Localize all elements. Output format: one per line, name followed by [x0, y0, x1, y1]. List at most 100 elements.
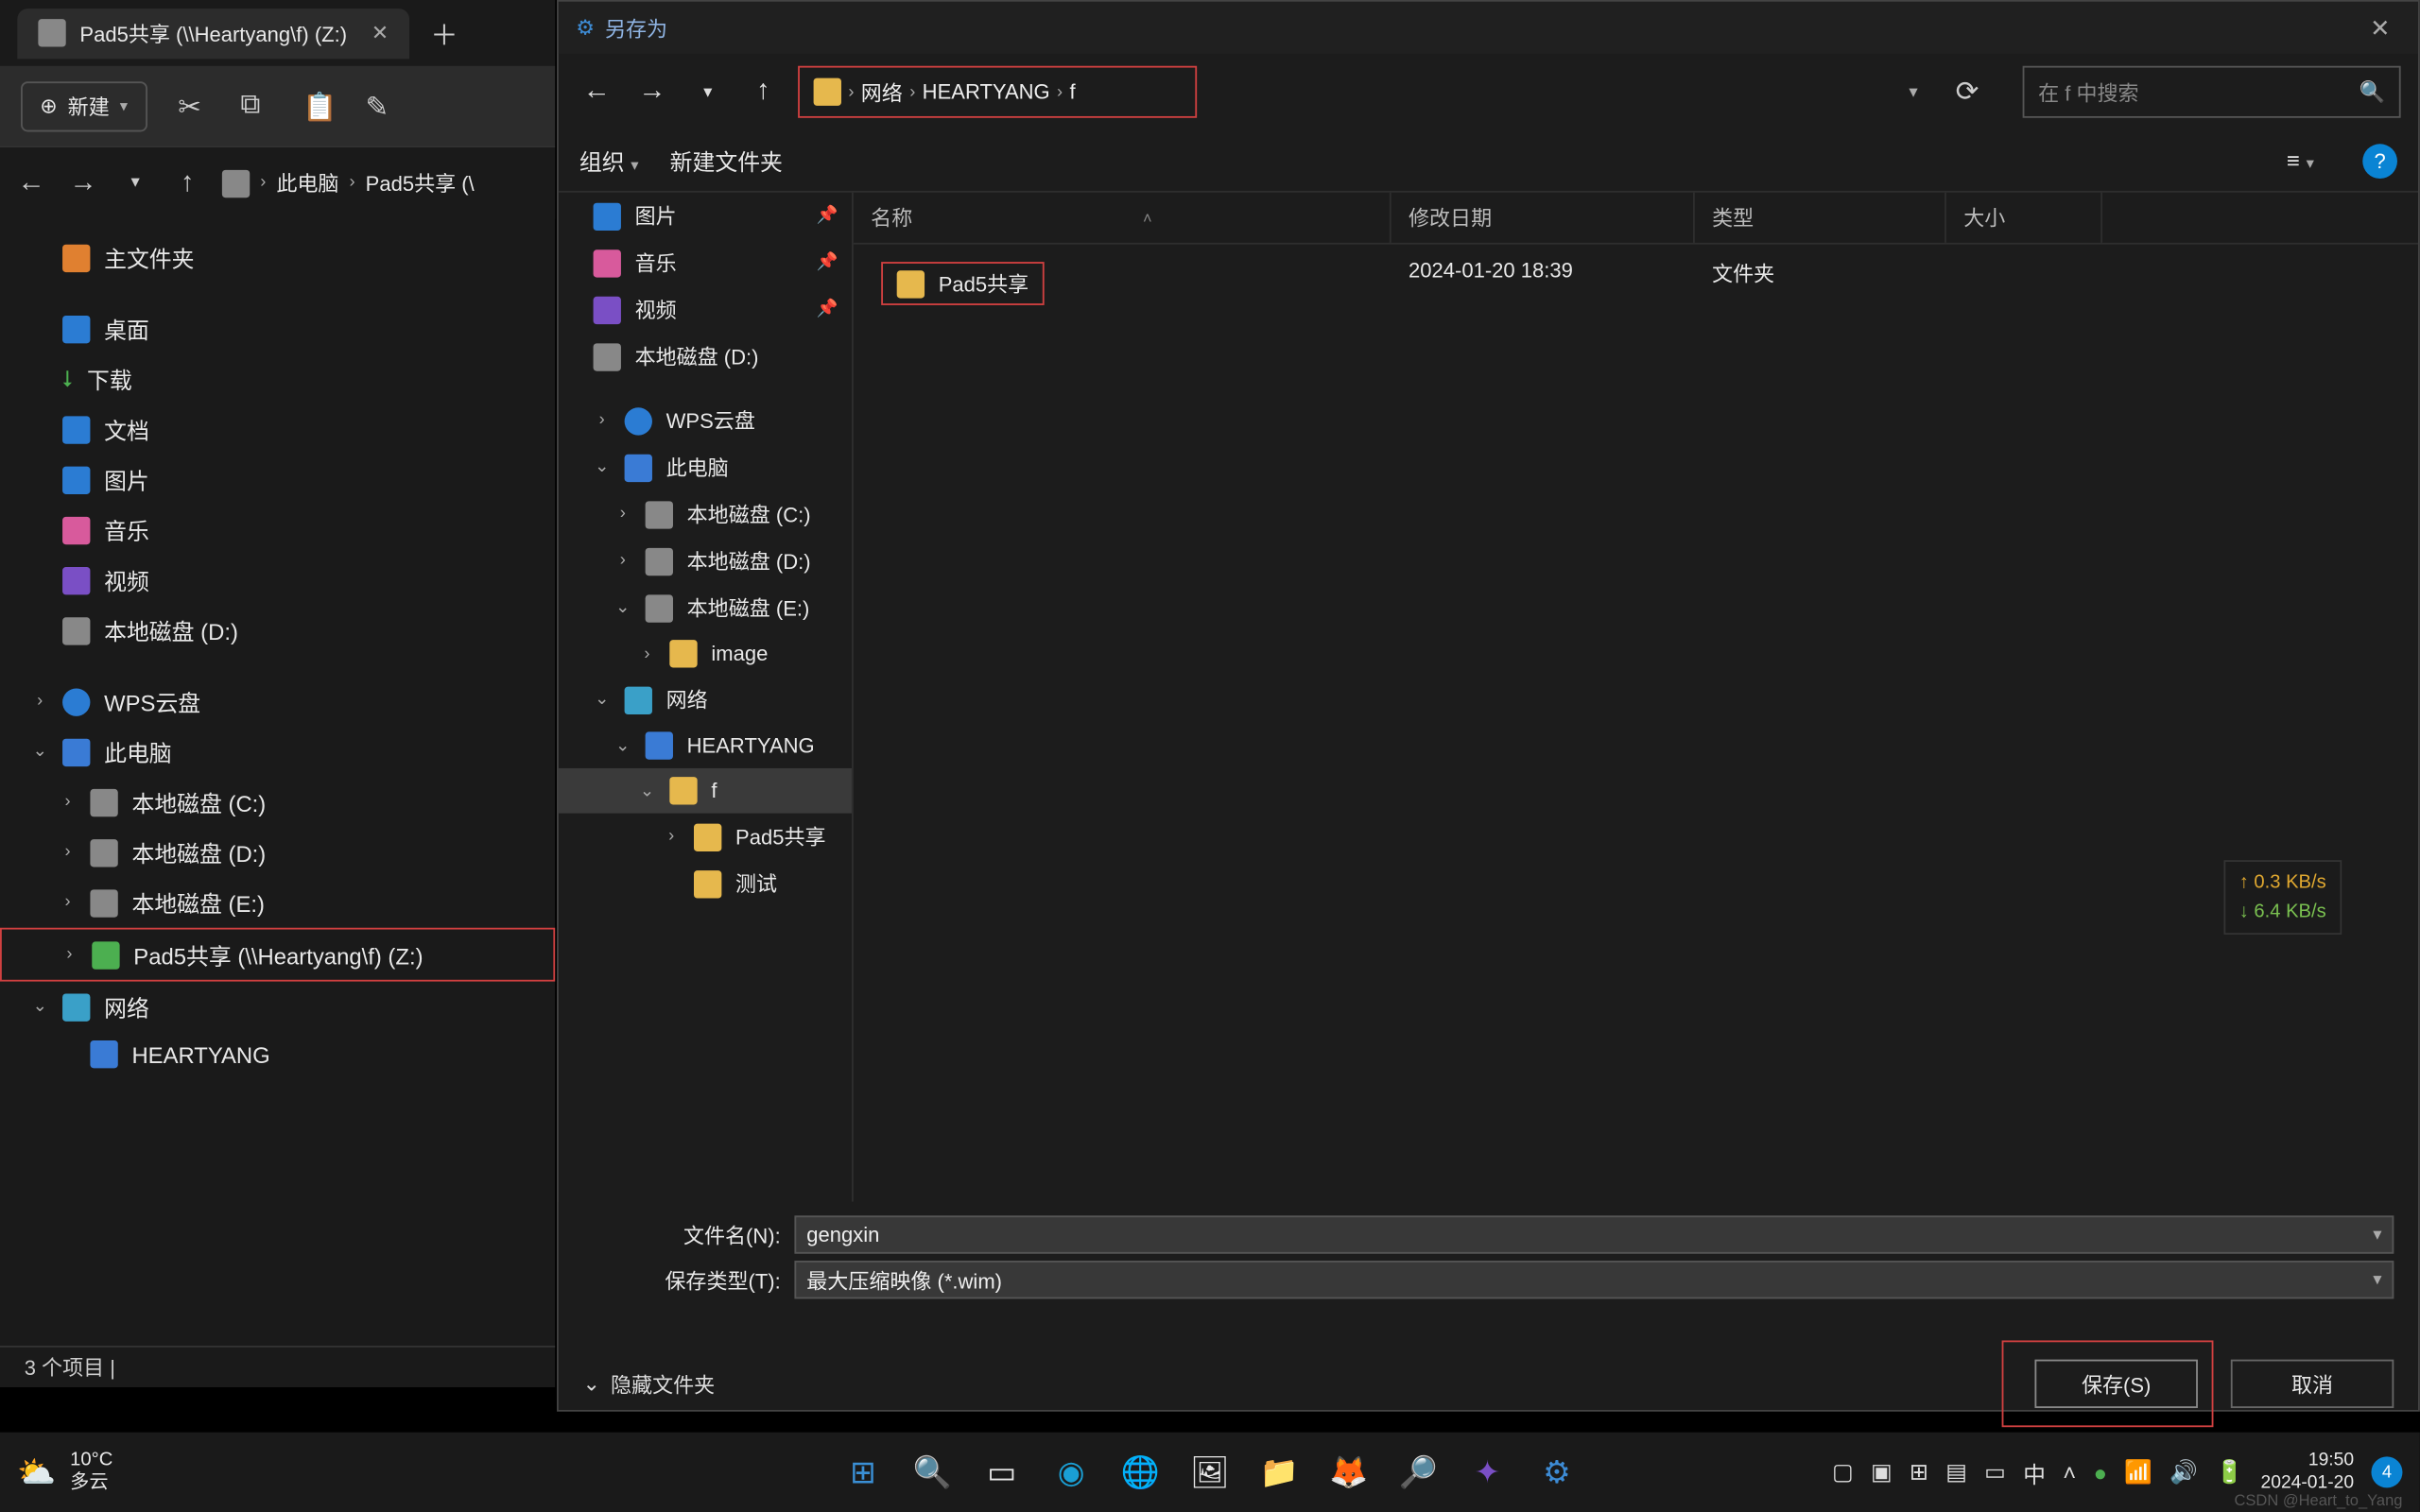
computer-icon — [90, 1040, 117, 1068]
col-type[interactable]: 类型 — [1695, 193, 1946, 243]
tree-disk-d2[interactable]: ›本地磁盘 (D:) — [559, 538, 852, 585]
tree-pad5[interactable]: ›Pad5共享 — [559, 814, 852, 861]
gear-icon: ⚙ — [576, 16, 595, 41]
browser-icon[interactable]: 🌐 — [1113, 1445, 1168, 1501]
task-view-icon[interactable]: ▭ — [974, 1445, 1029, 1501]
tree-pictures[interactable]: 图片📌 — [559, 193, 852, 240]
close-tab-icon[interactable]: ✕ — [372, 21, 389, 45]
up-icon[interactable]: ↑ — [170, 167, 205, 198]
breadcrumb[interactable]: › 此电脑 › Pad5共享 (\ — [222, 168, 475, 198]
paste-icon[interactable]: 📋 — [302, 90, 334, 121]
search-input[interactable]: 在 f 中搜索 🔍 — [2023, 66, 2401, 118]
tree-pad5-drive[interactable]: ›Pad5共享 (\\Heartyang\f) (Z:) — [0, 928, 555, 982]
col-date[interactable]: 修改日期 — [1392, 193, 1695, 243]
tree-f-folder[interactable]: ⌄f — [559, 768, 852, 814]
tree-heartyang[interactable]: HEARTYANG — [0, 1032, 555, 1077]
tray-app-icon[interactable]: ▣ — [1871, 1458, 1893, 1486]
tray-app-icon[interactable]: ▤ — [1945, 1458, 1967, 1486]
app-icon[interactable]: 🦊 — [1321, 1445, 1376, 1501]
back-icon[interactable]: ← — [576, 77, 617, 108]
tree-network[interactable]: ⌄网络 — [559, 677, 852, 724]
tree-music[interactable]: 音乐📌 — [559, 239, 852, 286]
wifi-icon[interactable]: 📶 — [2124, 1458, 2152, 1486]
tree-disk-c[interactable]: ›本地磁盘 (C:) — [0, 777, 555, 827]
help-icon[interactable]: ? — [2362, 143, 2397, 178]
tree-desktop[interactable]: 桌面 — [0, 303, 555, 353]
path-box[interactable]: › 网络 › HEARTYANG › f — [798, 66, 1197, 118]
start-icon[interactable]: ⊞ — [836, 1445, 891, 1501]
tray-app-icon[interactable]: ▭ — [1984, 1458, 2006, 1486]
notification-badge[interactable]: 4 — [2371, 1456, 2402, 1487]
tree-downloads[interactable]: ⭣下载 — [0, 353, 555, 404]
tray-chevron-icon[interactable]: ˄ — [2063, 1459, 2076, 1486]
tray-app-icon[interactable]: ● — [2094, 1459, 2107, 1486]
new-tab-button[interactable]: ＋ — [430, 12, 458, 54]
tree-disk-e[interactable]: ›本地磁盘 (E:) — [0, 878, 555, 928]
cancel-button[interactable]: 取消 — [2231, 1360, 2394, 1408]
tree-videos[interactable]: 视频📌 — [559, 286, 852, 334]
forward-icon[interactable]: → — [631, 77, 673, 108]
tab-bar: Pad5共享 (\\Heartyang\f) (Z:) ✕ ＋ — [0, 0, 555, 66]
rename-icon[interactable]: ✎ — [365, 90, 396, 121]
app-icon-2[interactable]: ✦ — [1460, 1445, 1515, 1501]
tree-this-pc[interactable]: ⌄此电脑 — [0, 727, 555, 777]
tree-image[interactable]: ›image — [559, 631, 852, 677]
organize-button[interactable]: 组织 ▾ — [579, 144, 639, 177]
tree-pictures[interactable]: 图片 — [0, 455, 555, 505]
tab-active[interactable]: Pad5共享 (\\Heartyang\f) (Z:) ✕ — [17, 8, 409, 58]
path-dropdown-icon[interactable]: ▾ — [1897, 82, 1928, 101]
cut-icon[interactable]: ✂ — [178, 90, 209, 121]
tree-documents[interactable]: 文档 — [0, 404, 555, 455]
volume-icon[interactable]: 🔊 — [2169, 1458, 2198, 1486]
tree-videos[interactable]: 视频 — [0, 555, 555, 605]
refresh-icon[interactable]: ⟳ — [1943, 75, 1991, 110]
col-size[interactable]: 大小 — [1946, 193, 2102, 243]
explorer-icon[interactable]: 📁 — [1252, 1445, 1307, 1501]
back-icon[interactable]: ← — [14, 167, 49, 198]
chevron-down-icon[interactable]: ▾ — [2373, 1270, 2381, 1289]
edge-icon[interactable]: ◉ — [1044, 1445, 1099, 1501]
copy-icon[interactable]: ⧉ — [240, 90, 271, 121]
hide-folders-toggle[interactable]: ⌄隐藏文件夹 — [583, 1369, 716, 1399]
list-row[interactable]: Pad5共享 2024-01-20 18:39 文件夹 — [854, 245, 2418, 323]
filetype-select[interactable]: 最大压缩映像 (*.wim)▾ — [794, 1261, 2394, 1298]
tree-network[interactable]: ⌄网络 — [0, 982, 555, 1032]
tree-disk-d[interactable]: 本地磁盘 (D:) — [0, 605, 555, 655]
tree-wps[interactable]: ›WPS云盘 — [0, 677, 555, 727]
col-name[interactable]: 名称˄ — [854, 193, 1392, 243]
battery-icon[interactable]: 🔋 — [2215, 1458, 2243, 1486]
forward-icon[interactable]: → — [66, 167, 101, 198]
new-button[interactable]: ⊕ 新建 ▾ — [21, 80, 147, 130]
tree-disk-d[interactable]: 本地磁盘 (D:) — [559, 333, 852, 380]
tree-music[interactable]: 音乐 — [0, 505, 555, 555]
ime-indicator[interactable]: 中 — [2023, 1455, 2046, 1488]
tray-app-icon[interactable]: ▢ — [1832, 1458, 1854, 1486]
tree-disk-e[interactable]: ⌄本地磁盘 (E:) — [559, 584, 852, 631]
document-icon — [62, 415, 90, 442]
tray-app-icon[interactable]: ⊞ — [1910, 1458, 1928, 1486]
close-icon[interactable]: ✕ — [2360, 13, 2401, 43]
save-button[interactable]: 保存(S) — [2034, 1360, 2197, 1408]
tree-this-pc[interactable]: ⌄此电脑 — [559, 444, 852, 491]
everything-icon[interactable]: 🔎 — [1391, 1445, 1446, 1501]
disk-icon — [646, 547, 673, 575]
search-icon[interactable]: 🔍 — [905, 1445, 960, 1501]
view-mode-button[interactable]: ≡ ▾ — [2287, 147, 2314, 174]
tree-disk-d2[interactable]: ›本地磁盘 (D:) — [0, 827, 555, 877]
filename-input[interactable]: gengxin▾ — [794, 1215, 2394, 1253]
up-icon[interactable]: ↑ — [742, 77, 784, 108]
tree-home[interactable]: 主文件夹 — [0, 232, 555, 283]
settings-icon[interactable]: ⚙ — [1530, 1445, 1585, 1501]
tree-heartyang[interactable]: ⌄HEARTYANG — [559, 723, 852, 768]
tree-disk-c[interactable]: ›本地磁盘 (C:) — [559, 490, 852, 538]
photos-icon[interactable]: 🖼 — [1183, 1445, 1238, 1501]
new-folder-button[interactable]: 新建文件夹 — [670, 144, 783, 177]
chevron-down-icon[interactable]: ▾ — [2373, 1225, 2381, 1244]
weather-widget[interactable]: ⛅ 10°C 多云 — [17, 1451, 112, 1494]
chevron-down-icon[interactable]: ▾ — [118, 174, 153, 193]
tree-test[interactable]: 测试 — [559, 860, 852, 907]
tree-wps[interactable]: ›WPS云盘 — [559, 397, 852, 444]
clock[interactable]: 19:50 2024-01-20 — [2261, 1451, 2355, 1494]
cloud-icon — [62, 688, 90, 715]
chevron-down-icon[interactable]: ▾ — [687, 82, 729, 101]
